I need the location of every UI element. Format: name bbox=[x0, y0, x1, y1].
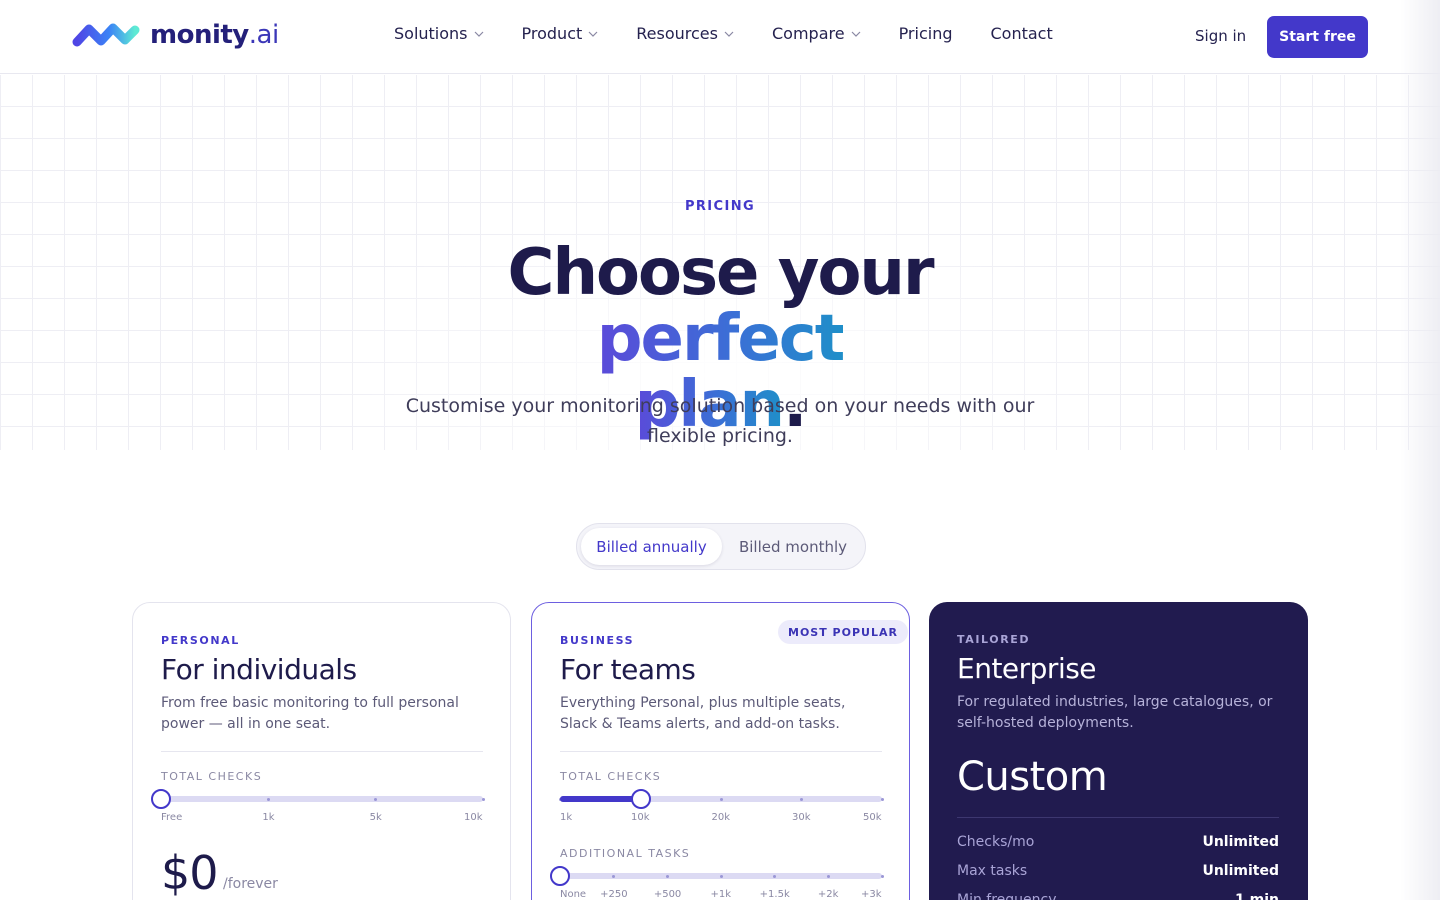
total-checks-slider[interactable] bbox=[558, 789, 884, 809]
plan-title: For individuals bbox=[161, 653, 357, 686]
slider-tick bbox=[665, 875, 669, 878]
slider-tick bbox=[481, 798, 485, 801]
slider-tick bbox=[719, 875, 723, 878]
chevron-down-icon bbox=[851, 31, 860, 37]
billed-annually-option[interactable]: Billed annually bbox=[581, 528, 722, 565]
slider-tick-label: 30k bbox=[792, 812, 811, 823]
nav-compare[interactable]: Compare bbox=[772, 24, 861, 43]
slider-tick-label: 10k bbox=[464, 812, 483, 823]
plan-card-enterprise: TAILORED Enterprise For regulated indust… bbox=[929, 602, 1308, 900]
nav-contact[interactable]: Contact bbox=[991, 24, 1053, 43]
slider-thumb[interactable] bbox=[630, 789, 651, 809]
plan-price: Custom bbox=[957, 754, 1108, 800]
feature-key: Checks/mo bbox=[957, 834, 1035, 850]
most-popular-badge: MOST POPULAR bbox=[778, 620, 908, 644]
slider-thumb[interactable] bbox=[151, 789, 171, 809]
slider-tick-label: +1.5k bbox=[759, 889, 790, 900]
slider-tick-label: +2k bbox=[817, 889, 839, 900]
feature-key: Min frequency bbox=[957, 892, 1057, 900]
plan-description: Everything Personal, plus multiple seats… bbox=[560, 695, 846, 732]
slider-tick-label: +1k bbox=[710, 889, 732, 900]
chevron-down-icon bbox=[588, 31, 598, 37]
nav-solutions[interactable]: Solutions bbox=[394, 24, 484, 43]
feature-key: Max tasks bbox=[957, 863, 1028, 879]
slider-tick-label: None bbox=[560, 889, 587, 900]
plan-tier-label: BUSINESS bbox=[560, 634, 635, 647]
pricing-eyebrow: PRICING bbox=[684, 199, 756, 214]
price-period: /forever bbox=[223, 876, 278, 892]
plan-tier-label: PERSONAL bbox=[161, 634, 240, 647]
slider-tick-label: Free bbox=[161, 812, 183, 823]
plan-tier-label: TAILORED bbox=[957, 633, 1031, 646]
plan-card-personal: PERSONAL For individuals From free basic… bbox=[132, 602, 511, 900]
slider-tick bbox=[266, 798, 270, 801]
plan-description: For regulated industries, large catalogu… bbox=[957, 694, 1273, 731]
total-checks-tick-labels: 1k 10k 20k 30k 50k bbox=[560, 812, 882, 826]
slider-tick-label: 1k bbox=[262, 812, 275, 823]
nav-pricing[interactable]: Pricing bbox=[899, 24, 953, 43]
slider-tick bbox=[374, 798, 378, 801]
total-checks-slider[interactable] bbox=[151, 789, 485, 809]
plan-title: For teams bbox=[560, 653, 696, 686]
slider-tick-label: 50k bbox=[863, 812, 882, 823]
slider-tick bbox=[880, 875, 884, 878]
slider-tick-label: +3k bbox=[861, 889, 882, 900]
billed-monthly-option[interactable]: Billed monthly bbox=[727, 528, 859, 565]
card-divider bbox=[161, 751, 483, 752]
feature-value: Unlimited bbox=[1202, 863, 1279, 879]
additional-tasks-tick-labels: None +250 +500 +1k +1.5k +2k +3k bbox=[560, 889, 882, 900]
nav-resources[interactable]: Resources bbox=[636, 24, 734, 43]
feature-row: Max tasks Unlimited bbox=[957, 863, 1279, 883]
slider-tick bbox=[612, 875, 616, 878]
total-checks-label: TOTAL CHECKS bbox=[560, 770, 662, 783]
total-checks-label: TOTAL CHECKS bbox=[161, 770, 263, 783]
plan-title: Enterprise bbox=[957, 652, 1097, 685]
slider-tick-label: +500 bbox=[653, 889, 682, 900]
top-navbar: monity.ai Solutions Product Resources Co… bbox=[0, 0, 1440, 74]
start-free-button[interactable]: Start free bbox=[1267, 16, 1368, 58]
slider-thumb[interactable] bbox=[550, 866, 570, 886]
card-divider bbox=[560, 751, 882, 752]
chevron-down-icon bbox=[724, 31, 734, 37]
additional-tasks-slider[interactable] bbox=[550, 866, 884, 886]
nav-links: Solutions Product Resources Compare Pric… bbox=[394, 24, 1053, 43]
logo-mark-icon bbox=[72, 23, 140, 47]
feature-value: Unlimited bbox=[1202, 834, 1279, 850]
nav-product[interactable]: Product bbox=[522, 24, 599, 43]
feature-row: Min frequency 1 min bbox=[957, 892, 1279, 900]
slider-tick-label: +250 bbox=[600, 889, 628, 900]
slider-tick bbox=[826, 875, 830, 878]
slider-tick-label: 20k bbox=[711, 812, 731, 823]
slider-tick bbox=[719, 798, 723, 801]
feature-value: 1 min bbox=[1235, 892, 1279, 900]
total-checks-tick-labels: Free 1k 5k 10k bbox=[161, 812, 483, 826]
slider-tick bbox=[800, 798, 803, 801]
billing-toggle: Billed annually Billed monthly bbox=[576, 523, 866, 570]
sign-in-link[interactable]: Sign in bbox=[1195, 27, 1246, 45]
chevron-down-icon bbox=[474, 31, 483, 37]
feature-row: Checks/mo Unlimited bbox=[957, 834, 1279, 854]
slider-tick-label: 10k bbox=[631, 812, 650, 823]
slider-fill bbox=[560, 796, 641, 802]
additional-tasks-label: ADDITIONAL TASKS bbox=[560, 847, 691, 860]
plan-description: From free basic monitoring to full perso… bbox=[161, 695, 459, 732]
slider-tick-label: 1k bbox=[560, 812, 573, 823]
slider-tick-label: 5k bbox=[369, 812, 382, 823]
card-divider bbox=[957, 817, 1279, 818]
plan-price: $0 bbox=[161, 846, 219, 900]
slider-tick bbox=[880, 798, 884, 801]
hero-subtitle: Customise your monitoring solution based… bbox=[405, 395, 1035, 447]
logo-text: monity.ai bbox=[150, 20, 279, 50]
plan-card-business: MOST POPULAR BUSINESS For teams Everythi… bbox=[531, 602, 910, 900]
slider-tick bbox=[773, 875, 777, 878]
logo[interactable]: monity.ai bbox=[72, 20, 279, 50]
